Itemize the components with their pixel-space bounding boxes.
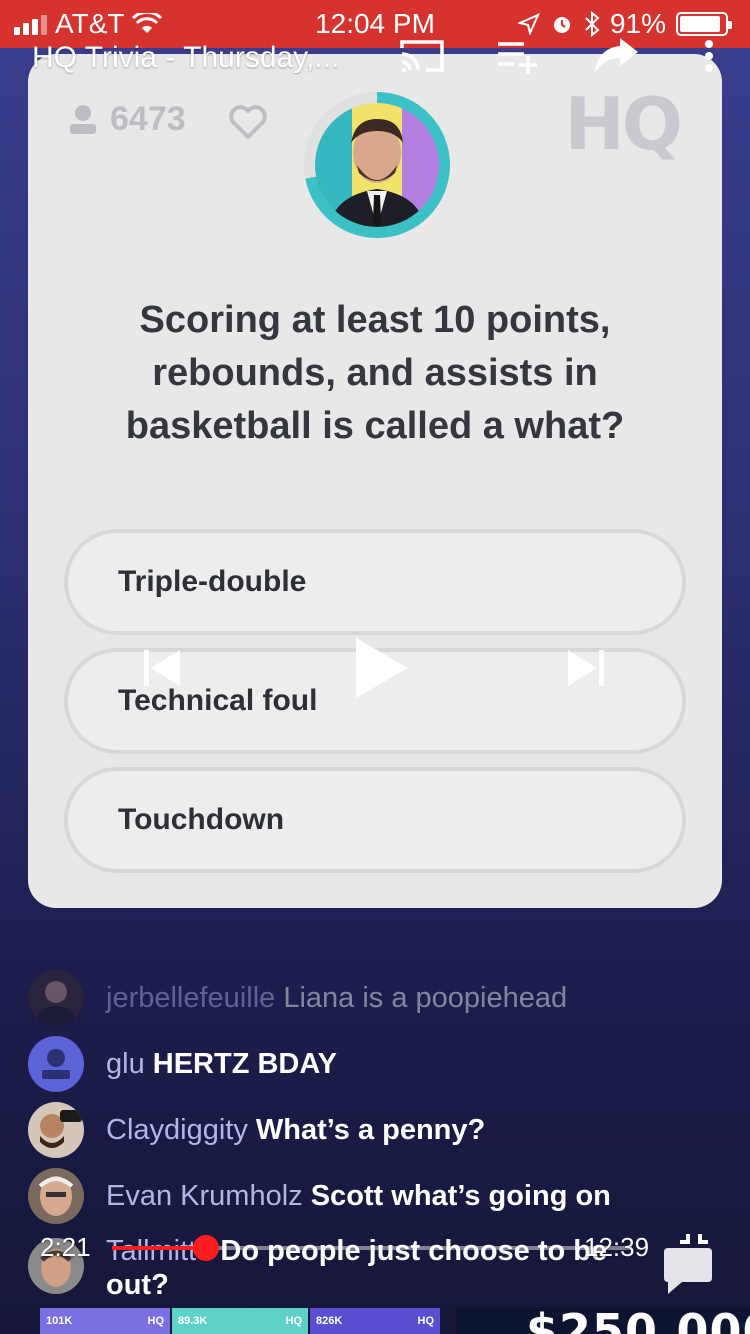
cast-icon[interactable] [398, 36, 446, 76]
chat-text: HERTZ BDAY [152, 1047, 337, 1080]
person-icon [70, 104, 96, 134]
chat-username: jerbellefeuille [106, 981, 276, 1014]
chat-username: Claydiggity [106, 1113, 248, 1146]
video-title: HQ Trivia - Thursday,... [32, 41, 340, 74]
answer-label: Touchdown [118, 803, 285, 836]
suggested-video[interactable]: 826K HQ [310, 1308, 440, 1334]
suggested-count: 101K [46, 1315, 73, 1327]
hq-logo: HQ [564, 82, 683, 166]
play-icon[interactable] [354, 636, 410, 700]
chat-message: Evan Krumholz Scott what’s going on [28, 1168, 611, 1224]
default-avatar-icon [28, 1036, 84, 1092]
heart-icon [229, 105, 267, 139]
more-options-icon[interactable] [700, 36, 718, 76]
chat-message: glu HERTZ BDAY [28, 1036, 337, 1092]
suggested-videos: 101K HQ 89.3K HQ 826K HQ [40, 1308, 440, 1334]
question-text: Scoring at least 10 points, rebounds, an… [125, 299, 625, 447]
elapsed-time: 2:21 [40, 1232, 91, 1262]
share-icon[interactable] [590, 36, 640, 76]
user-avatar [28, 1168, 84, 1224]
suggested-count: 89.3K [178, 1315, 208, 1327]
suggested-video[interactable]: 89.3K HQ [172, 1308, 308, 1334]
seek-handle[interactable] [192, 1235, 219, 1261]
host-timer-ring [304, 92, 450, 238]
previous-video-icon[interactable] [142, 648, 182, 688]
answer-option-3[interactable]: Touchdown [64, 767, 686, 873]
chat-text: Scott what’s going on [310, 1179, 611, 1212]
chat-message: Claydiggity What’s a penny? [28, 1102, 485, 1158]
answer-label: Triple-double [118, 565, 307, 598]
answer-label: Technical foul [118, 684, 318, 717]
prize-text: $250,000 [526, 1308, 750, 1334]
suggested-video-prize[interactable]: $250,000 [456, 1308, 750, 1334]
seek-progress [112, 1246, 206, 1250]
suggested-video[interactable]: 101K HQ [40, 1308, 170, 1334]
video-duration: 12:39 [584, 1232, 650, 1262]
chat-message: jerbellefeuille Liana is a poopiehead [28, 970, 567, 1026]
video-top-bar: HQ Trivia - Thursday,... [0, 28, 750, 88]
user-avatar [28, 970, 84, 1026]
player-count-value: 6473 [110, 100, 186, 138]
trivia-card: 6473 HQ Scoring at least 10 points, rebo… [28, 54, 722, 908]
user-avatar [28, 1102, 84, 1158]
suggested-logo: HQ [417, 1315, 435, 1327]
chat-text: Liana is a poopiehead [283, 981, 568, 1014]
chat-username: glu [106, 1047, 145, 1080]
host-avatar [315, 103, 439, 227]
suggested-count: 826K [316, 1315, 343, 1327]
answer-option-1[interactable]: Triple-double [64, 529, 686, 635]
chat-bubble-icon[interactable] [660, 1244, 716, 1298]
player-count: 6473 [68, 100, 186, 139]
add-to-queue-icon[interactable] [496, 36, 540, 76]
chat-message: Tallmitte Do people just choose to be ou… [28, 1234, 666, 1302]
chat-text: What’s a penny? [255, 1113, 486, 1146]
next-video-icon[interactable] [566, 648, 606, 688]
suggested-logo: HQ [147, 1315, 165, 1327]
suggested-logo: HQ [285, 1315, 303, 1327]
chat-username: Evan Krumholz [106, 1179, 303, 1212]
